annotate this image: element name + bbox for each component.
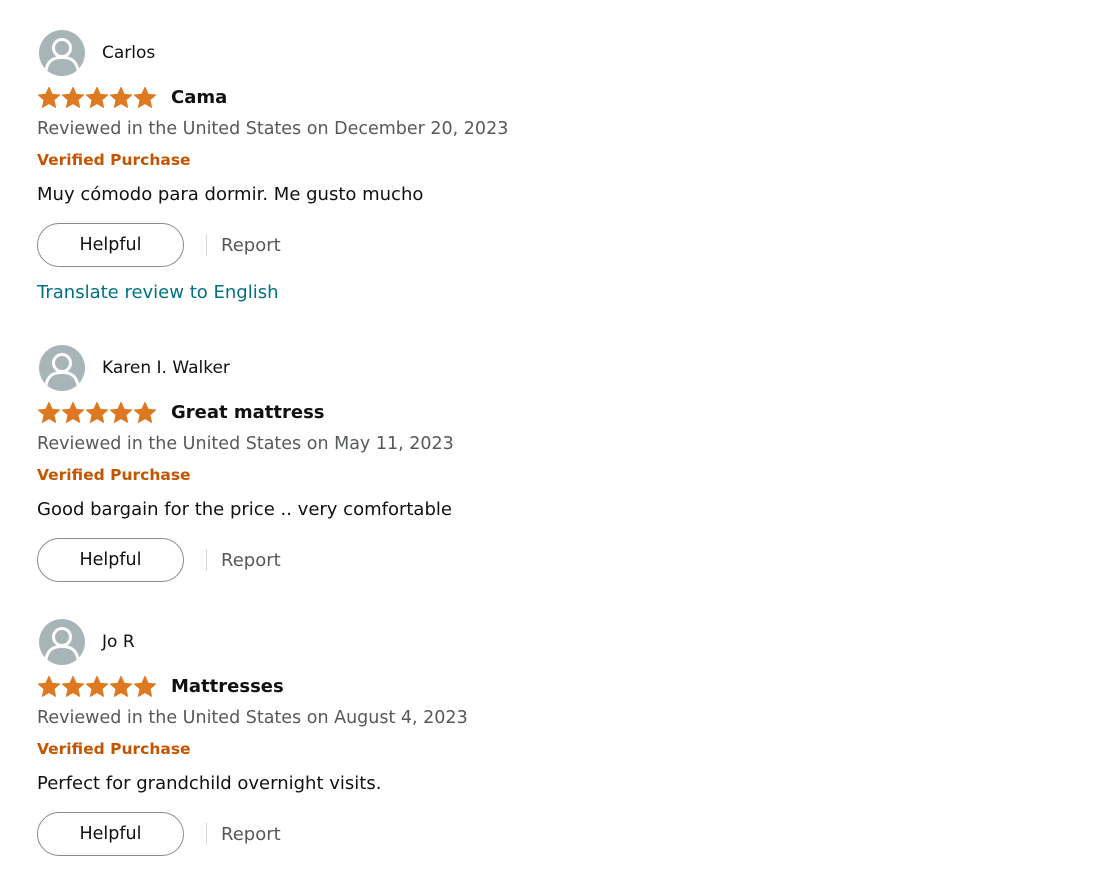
review-actions: Helpful Report	[37, 222, 281, 268]
star-icon	[85, 86, 109, 108]
report-link[interactable]: Report	[221, 235, 281, 256]
review-card: Jo R Mattresses Reviewed in the United S…	[37, 618, 1037, 856]
report-link[interactable]: Report	[221, 824, 281, 845]
star-icon	[37, 675, 61, 697]
user-avatar-icon	[44, 353, 80, 387]
avatar[interactable]	[39, 30, 85, 76]
star-icon	[133, 675, 157, 697]
star-rating[interactable]	[37, 86, 157, 110]
review-title-row: Cama	[37, 85, 227, 111]
star-icon	[109, 401, 133, 423]
reviewer-profile[interactable]: Carlos	[37, 29, 1037, 77]
helpful-button[interactable]: Helpful	[37, 223, 184, 267]
user-avatar-icon	[44, 627, 80, 661]
star-icon	[61, 675, 85, 697]
review-body: Muy cómodo para dormir. Me gusto mucho	[37, 184, 424, 205]
review-title[interactable]: Great mattress	[171, 401, 325, 425]
review-title-row: Mattresses	[37, 674, 284, 700]
helpful-button[interactable]: Helpful	[37, 812, 184, 856]
star-icon	[85, 401, 109, 423]
review-title[interactable]: Mattresses	[171, 675, 284, 699]
review-title-row: Great mattress	[37, 400, 325, 426]
review-title[interactable]: Cama	[171, 86, 227, 110]
star-icon	[37, 86, 61, 108]
star-icon	[85, 675, 109, 697]
review-date: Reviewed in the United States on May 11,…	[37, 434, 454, 454]
star-icon	[37, 401, 61, 423]
star-icon	[61, 86, 85, 108]
action-divider	[206, 823, 207, 845]
reviewer-profile[interactable]: Karen I. Walker	[37, 344, 1037, 392]
review-date: Reviewed in the United States on August …	[37, 708, 468, 728]
review-actions: Helpful Report	[37, 537, 281, 583]
star-icon	[61, 401, 85, 423]
avatar[interactable]	[39, 345, 85, 391]
review-card: Karen I. Walker Great mattress Reviewed …	[37, 344, 1037, 582]
reviewer-profile[interactable]: Jo R	[37, 618, 1037, 666]
review-body: Perfect for grandchild overnight visits.	[37, 773, 382, 794]
avatar[interactable]	[39, 619, 85, 665]
verified-purchase-badge[interactable]: Verified Purchase	[37, 150, 191, 170]
star-icon	[133, 86, 157, 108]
verified-purchase-badge[interactable]: Verified Purchase	[37, 739, 191, 759]
user-avatar-icon	[44, 38, 80, 72]
review-date: Reviewed in the United States on Decembe…	[37, 119, 509, 139]
review-body: Good bargain for the price .. very comfo…	[37, 499, 452, 520]
action-divider	[206, 549, 207, 571]
helpful-button[interactable]: Helpful	[37, 538, 184, 582]
review-card: Carlos Cama Reviewed in the United State…	[37, 29, 1037, 303]
translate-review-link[interactable]: Translate review to English	[37, 281, 279, 305]
reviewer-name[interactable]: Karen I. Walker	[102, 357, 230, 379]
report-link[interactable]: Report	[221, 550, 281, 571]
star-icon	[109, 675, 133, 697]
star-icon	[133, 401, 157, 423]
star-rating[interactable]	[37, 401, 157, 425]
reviewer-name[interactable]: Carlos	[102, 42, 155, 64]
star-rating[interactable]	[37, 675, 157, 699]
star-icon	[109, 86, 133, 108]
reviewer-name[interactable]: Jo R	[102, 631, 135, 653]
review-actions: Helpful Report	[37, 811, 281, 857]
action-divider	[206, 234, 207, 256]
verified-purchase-badge[interactable]: Verified Purchase	[37, 465, 191, 485]
